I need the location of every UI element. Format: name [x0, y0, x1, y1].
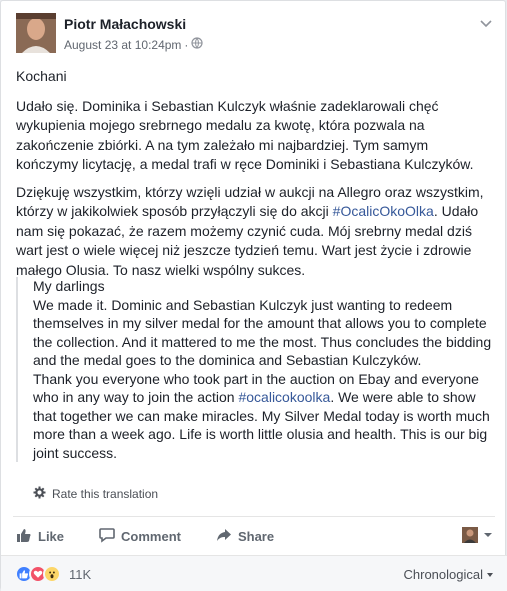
translation-paragraph: My darlings: [33, 278, 105, 294]
like-label: Like: [38, 528, 65, 544]
post-meta: August 23 at 10:24pm ·: [64, 37, 204, 52]
post-card: Piotr Małachowski August 23 at 10:24pm ·…: [0, 0, 507, 591]
like-button[interactable]: Like: [16, 527, 64, 546]
post-header: Piotr Małachowski August 23 at 10:24pm ·: [16, 13, 496, 55]
divider: [13, 516, 495, 517]
share-icon: [216, 527, 232, 546]
post-timestamp[interactable]: August 23 at 10:24pm: [64, 38, 181, 52]
meta-separator: ·: [184, 37, 189, 52]
sort-label: Chronological: [403, 567, 484, 582]
comment-button[interactable]: Comment: [99, 527, 181, 546]
gear-icon: [33, 486, 46, 502]
hashtag-link[interactable]: #ocalicokoolka: [238, 389, 330, 405]
globe-icon[interactable]: [191, 37, 204, 52]
share-button[interactable]: Share: [216, 527, 274, 546]
share-label: Share: [237, 528, 275, 544]
chevron-down-icon[interactable]: [478, 15, 494, 31]
profile-avatar-icon[interactable]: [462, 527, 478, 543]
rate-translation[interactable]: Rate this translation: [33, 486, 158, 502]
hashtag-link[interactable]: #OcalicOkoOlka: [333, 203, 434, 219]
sort-dropdown[interactable]: Chronological: [403, 567, 493, 582]
reaction-count[interactable]: 11K: [69, 567, 91, 582]
action-bar: Like Comment Share: [16, 525, 494, 547]
translation-paragraph: We made it. Dominic and Sebastian Kulczy…: [33, 296, 492, 369]
post-body: Kochani Udało się. Dominika i Sebastian …: [16, 67, 494, 286]
thumbs-up-icon: [16, 527, 32, 546]
caret-down-icon[interactable]: [484, 533, 492, 537]
post-paragraph: Kochani: [16, 68, 67, 84]
comment-icon: [99, 527, 115, 546]
wow-reaction-icon: [43, 565, 61, 583]
comment-label: Comment: [121, 528, 181, 544]
rate-translation-label: Rate this translation: [52, 487, 159, 501]
translation-paragraph: Thank you everyone who took part in the …: [33, 370, 494, 463]
translation-block: My darlings We made it. Dominic and Seba…: [16, 277, 494, 462]
avatar[interactable]: [16, 13, 56, 53]
caret-down-icon: [487, 572, 493, 577]
reactions-summary[interactable]: [15, 565, 61, 583]
post-paragraph: Udało się. Dominika i Sebastian Kulczyk …: [16, 97, 474, 173]
post-footer: 11K Chronological: [1, 555, 507, 591]
author-name[interactable]: Piotr Małachowski: [64, 16, 186, 32]
post-paragraph: Dziękuję wszystkim, którzy wzięli udział…: [16, 183, 494, 281]
